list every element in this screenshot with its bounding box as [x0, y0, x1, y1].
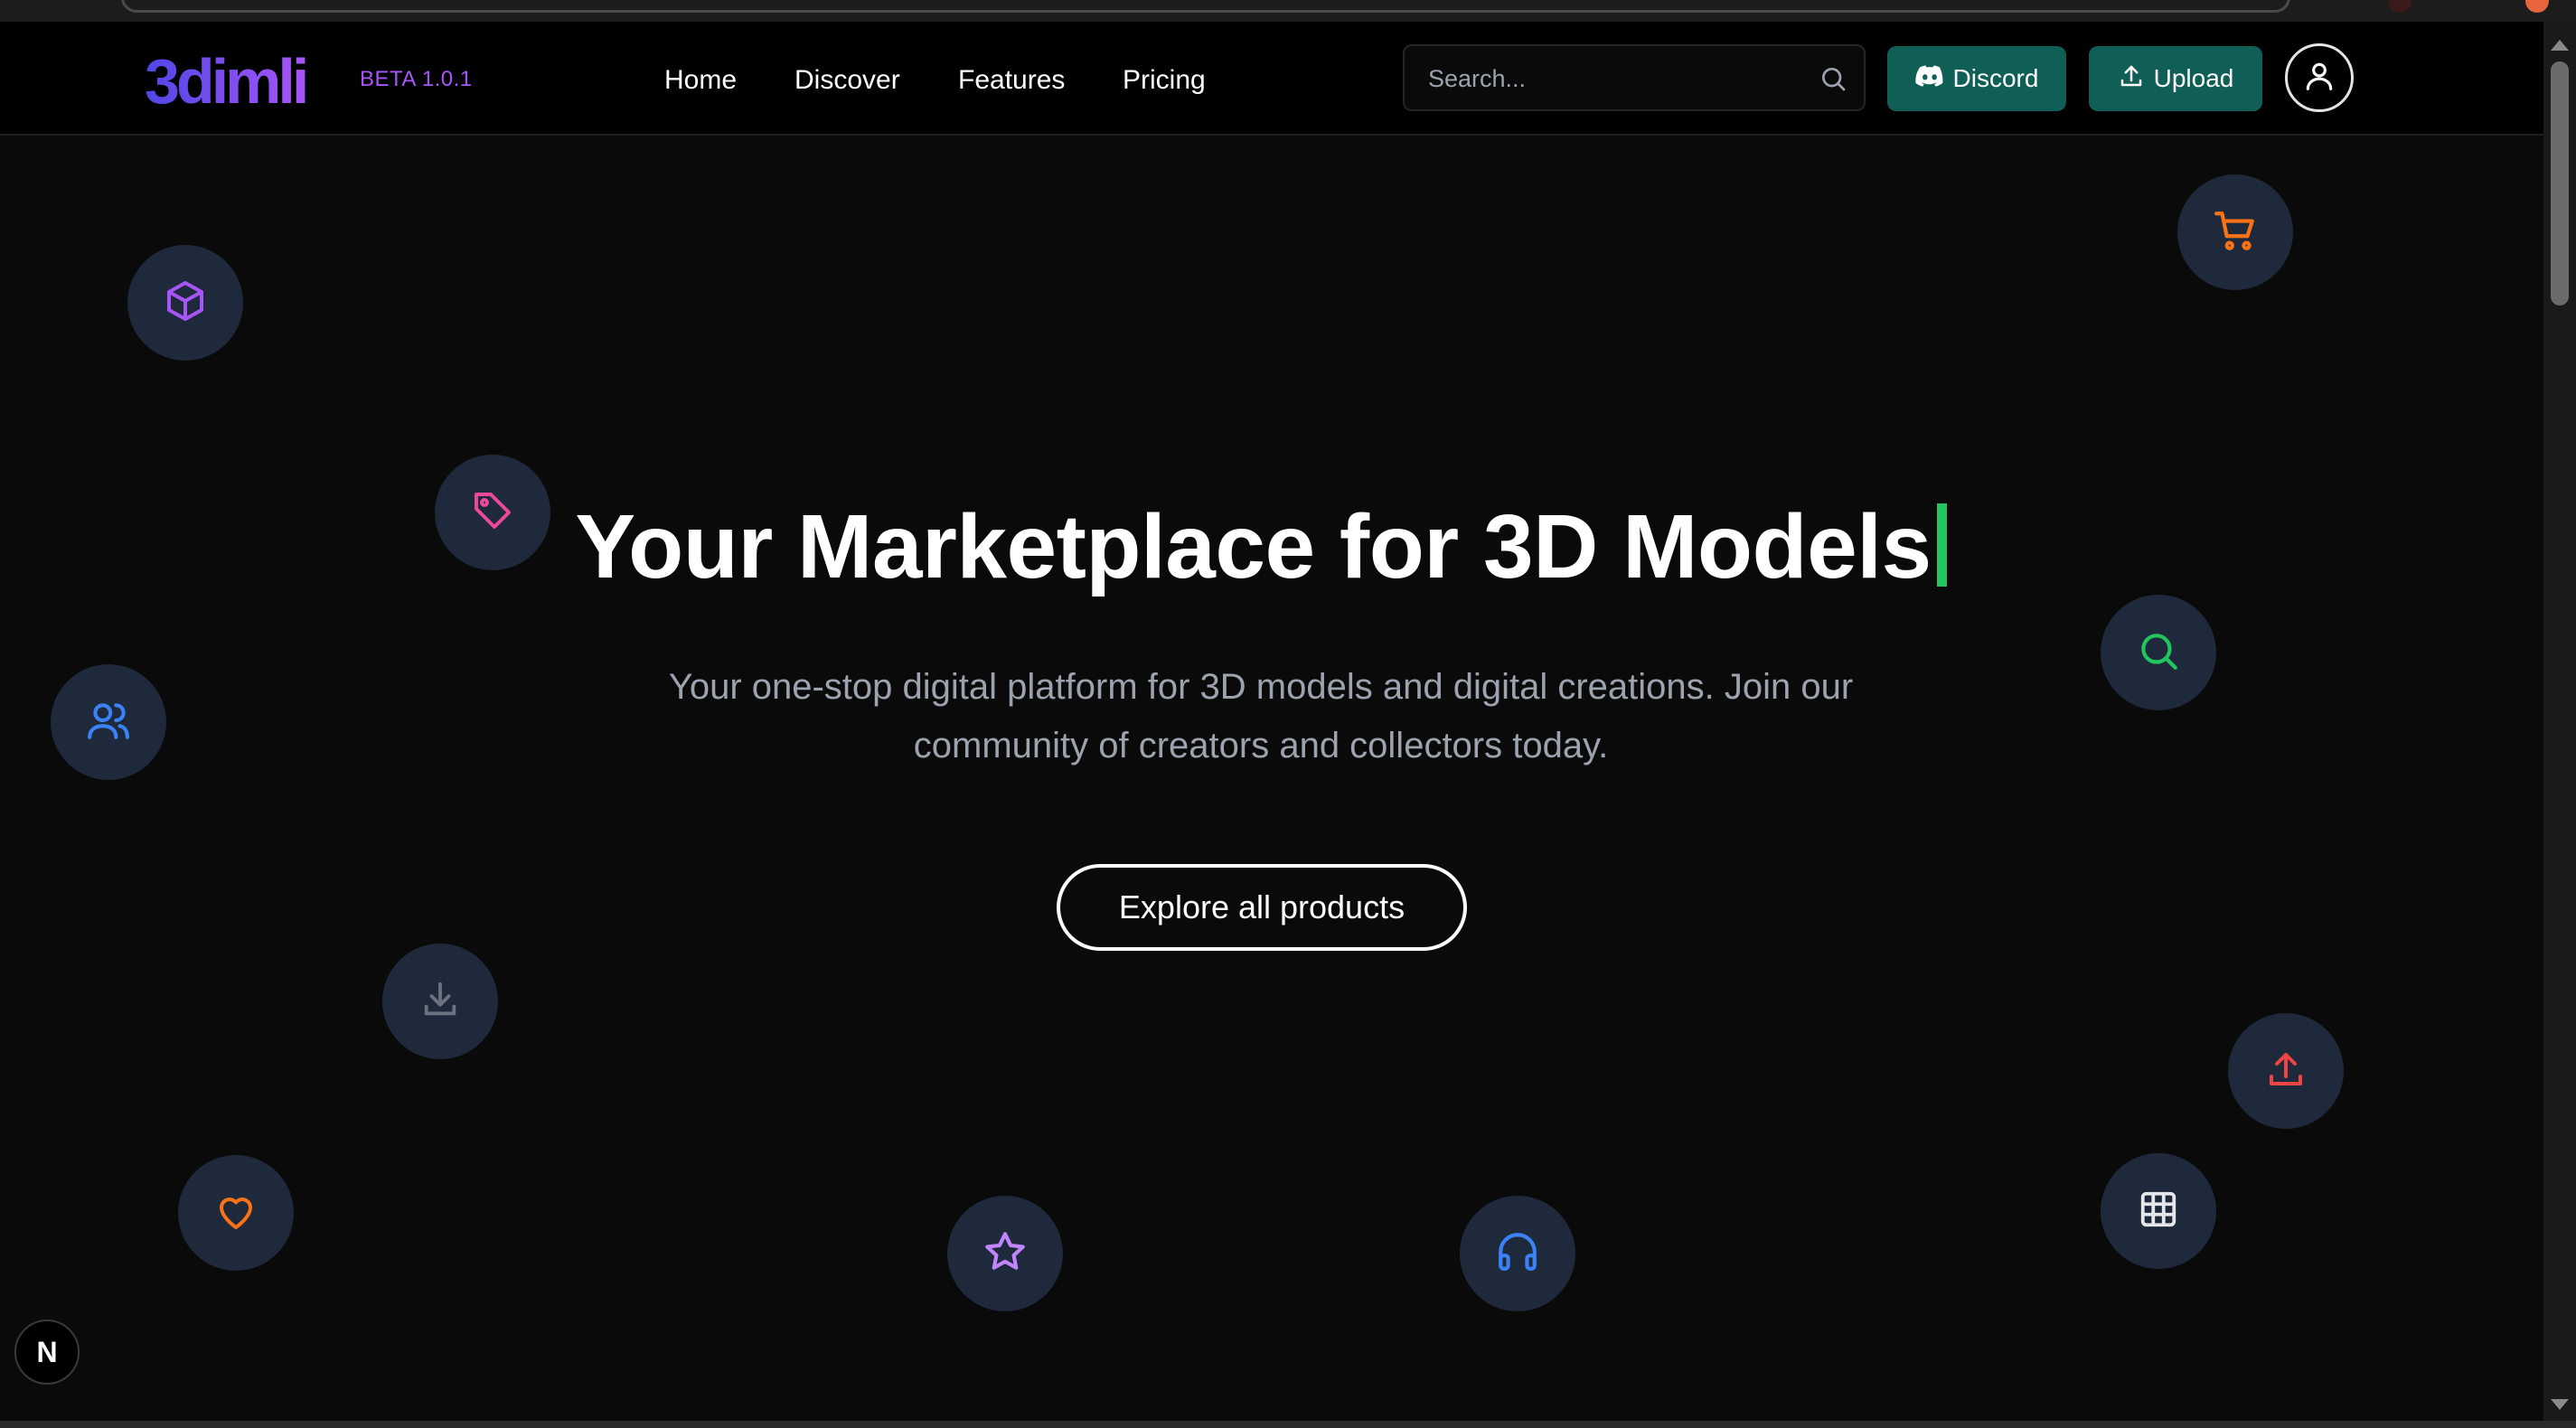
hero-title-text: Your Marketplace for 3D Models — [575, 496, 1932, 597]
hero-title: Your Marketplace for 3D Models — [0, 495, 2522, 599]
browser-address-bar[interactable] — [121, 0, 2290, 13]
search-input[interactable] — [1426, 46, 1810, 111]
page: 3dimli BETA 1.0.1 Home Discover Features… — [0, 0, 2576, 1428]
hero-subtitle-line2: community of creators and collectors tod… — [913, 726, 1609, 766]
explore-products-button[interactable]: Explore all products — [1057, 864, 1467, 951]
users-icon — [86, 698, 131, 747]
floating-bubble — [178, 1155, 294, 1271]
typing-cursor — [1936, 503, 1947, 587]
svg-text:3dimli: 3dimli — [145, 51, 306, 114]
nav-link-pricing[interactable]: Pricing — [1123, 65, 1206, 96]
scrollbar-thumb[interactable] — [2551, 61, 2569, 305]
nav-link-features[interactable]: Features — [958, 65, 1065, 96]
floating-bubble — [947, 1196, 1063, 1311]
discord-button[interactable]: Discord — [1887, 46, 2066, 111]
user-icon — [2302, 59, 2336, 98]
floating-bubble — [51, 664, 166, 780]
heart-icon — [214, 1189, 258, 1237]
floating-bubble — [127, 245, 243, 361]
star-icon — [982, 1229, 1028, 1279]
floating-bubble — [1460, 1196, 1575, 1311]
hero-subtitle: Your one-stop digital platform for 3D mo… — [628, 658, 1894, 775]
headphones-icon — [1495, 1229, 1540, 1279]
floating-bubble — [382, 944, 498, 1059]
cube-icon — [164, 279, 207, 327]
scroll-down-arrow[interactable] — [2551, 1399, 2569, 1410]
upload-icon — [2264, 1048, 2308, 1095]
upload-button[interactable]: Upload — [2089, 46, 2262, 111]
discord-icon — [1914, 64, 1944, 94]
floating-bubble — [2101, 595, 2216, 710]
discord-label: Discord — [1952, 64, 2039, 92]
upload-label: Upload — [2153, 64, 2234, 92]
upload-icon — [2118, 62, 2145, 96]
search-icon[interactable] — [1819, 64, 1847, 98]
search-box — [1403, 44, 1866, 111]
navbar: 3dimli BETA 1.0.1 Home Discover Features… — [0, 22, 2543, 136]
floating-bubble — [2177, 174, 2293, 290]
download-icon — [419, 979, 461, 1025]
logo[interactable]: 3dimli — [145, 51, 353, 114]
bottom-strip — [0, 1421, 2576, 1428]
search-icon — [2136, 628, 2181, 678]
user-avatar-button[interactable] — [2285, 43, 2354, 112]
nav-link-home[interactable]: Home — [664, 65, 737, 96]
floating-bubble — [2101, 1153, 2216, 1269]
scroll-up-arrow[interactable] — [2551, 40, 2569, 51]
nav-link-discover[interactable]: Discover — [794, 65, 900, 96]
version-badge: BETA 1.0.1 — [360, 67, 473, 91]
hero-subtitle-line1: Your one-stop digital platform for 3D mo… — [668, 667, 1854, 707]
dev-tools-badge[interactable]: N — [14, 1320, 80, 1385]
floating-bubble — [2228, 1013, 2344, 1129]
grid-icon — [2138, 1188, 2179, 1235]
cart-icon — [2213, 208, 2258, 258]
